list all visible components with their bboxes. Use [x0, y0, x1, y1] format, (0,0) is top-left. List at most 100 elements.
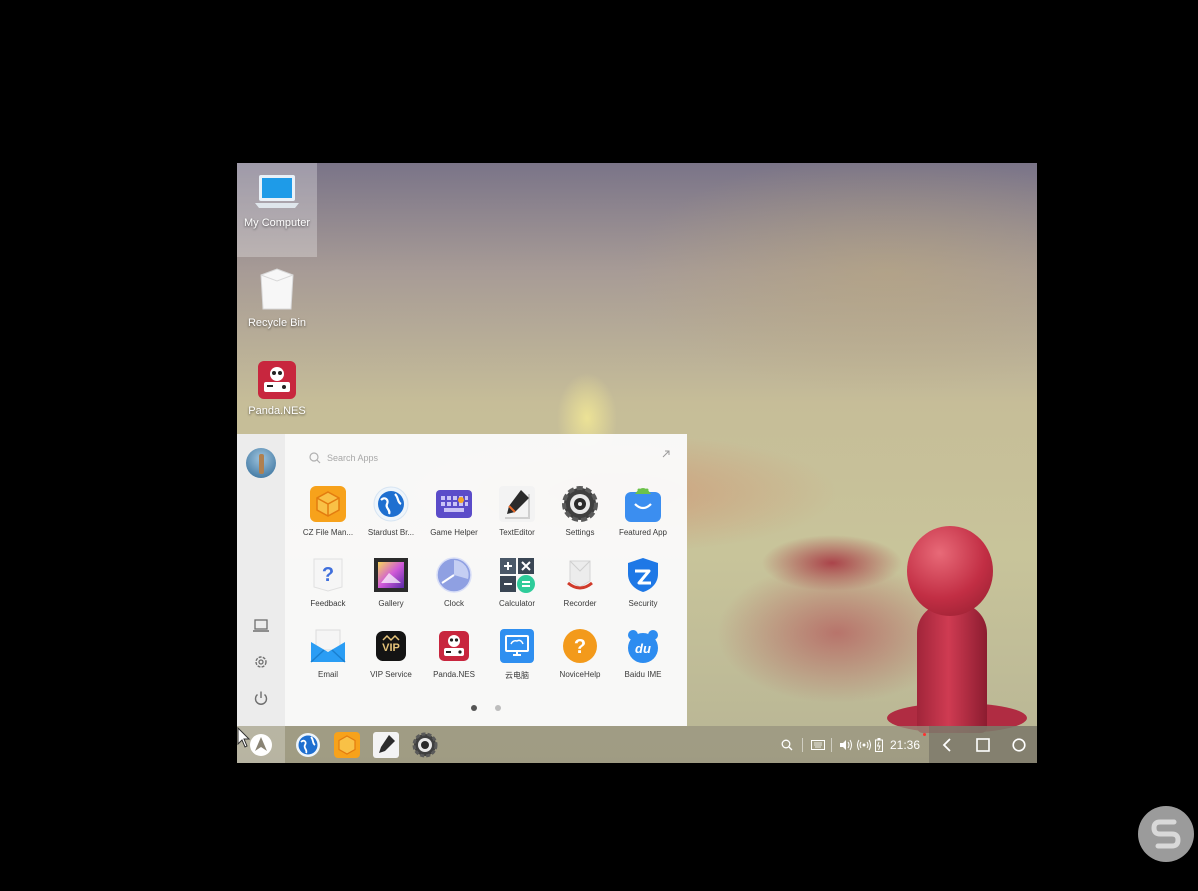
clock-icon	[436, 557, 472, 593]
tray-battery[interactable]	[875, 726, 883, 763]
app-settings[interactable]: Settings	[545, 486, 615, 537]
tray-volume[interactable]	[839, 726, 853, 763]
app-feedback[interactable]: ? Feedback	[293, 557, 363, 608]
home-button[interactable]	[1007, 733, 1031, 757]
expand-menu-button[interactable]	[661, 446, 675, 460]
wallpaper-pawn-body	[917, 603, 987, 733]
user-avatar[interactable]	[246, 448, 276, 478]
desktop-label: My Computer	[243, 217, 311, 229]
keyboard-icon	[436, 490, 472, 518]
svg-text:du: du	[635, 641, 651, 656]
laptop-icon	[255, 175, 299, 208]
page-indicator-1[interactable]	[471, 705, 477, 711]
pen-icon	[499, 486, 535, 522]
svg-text:?: ?	[322, 564, 334, 586]
app-novice-help[interactable]: ? NoviceHelp	[545, 628, 615, 679]
start-menu-sidebar	[237, 434, 285, 726]
start-menu-panel: Search Apps CZ File Man... Stardust Br..…	[285, 434, 687, 726]
recents-button[interactable]	[971, 733, 995, 757]
gear-icon	[412, 732, 438, 758]
app-panda-nes[interactable]: Panda.NES	[419, 628, 489, 679]
app-gallery[interactable]: Gallery	[356, 557, 426, 608]
tray-keyboard[interactable]	[811, 726, 825, 763]
app-security[interactable]: Security	[608, 557, 678, 608]
app-label: Panda.NES	[433, 670, 475, 679]
trash-icon	[260, 268, 294, 310]
app-email[interactable]: Email	[293, 628, 363, 679]
app-game-helper[interactable]: Game Helper	[419, 486, 489, 537]
my-computer-shortcut[interactable]	[249, 614, 273, 638]
home-icon	[1012, 738, 1026, 752]
file-manager-icon	[334, 732, 360, 758]
cloud-pc-icon	[500, 629, 534, 663]
gear-icon	[255, 656, 267, 668]
app-label: VIP Service	[370, 670, 412, 679]
back-button[interactable]	[935, 733, 959, 757]
vip-icon: VIP	[376, 631, 406, 661]
app-baidu-ime[interactable]: du Baidu IME	[608, 628, 678, 679]
tray-divider	[802, 738, 803, 752]
taskbar-file-manager[interactable]	[334, 732, 360, 758]
volume-icon	[840, 739, 852, 750]
power-icon	[254, 691, 268, 705]
envelope-icon	[310, 629, 346, 663]
app-vip-service[interactable]: VIP VIP Service	[356, 628, 426, 679]
tray-search[interactable]	[781, 726, 793, 763]
app-label: NoviceHelp	[559, 670, 601, 679]
tray-clock[interactable]: 21:36	[890, 726, 920, 763]
settings-shortcut[interactable]	[249, 650, 273, 674]
laptop-icon	[253, 619, 269, 632]
desktop-icon-my-computer[interactable]: My Computer	[237, 163, 317, 257]
panda-nes-icon	[258, 361, 296, 399]
recents-icon	[976, 738, 990, 752]
svg-text:VIP: VIP	[382, 642, 400, 654]
app-stardust-browser[interactable]: Stardust Br...	[356, 486, 426, 537]
app-cloud-pc[interactable]: 云电脑	[482, 628, 552, 681]
desktop-label: Panda.NES	[248, 405, 306, 417]
app-label: Security	[628, 599, 658, 608]
search-apps-box[interactable]: Search Apps	[309, 448, 659, 468]
desktop-screen: My Computer Recycle Bin Panda.NES Search…	[237, 163, 1037, 763]
pen-icon	[373, 732, 399, 758]
app-featured-app[interactable]: Featured App	[608, 486, 678, 537]
file-manager-icon	[310, 486, 346, 522]
app-calculator[interactable]: Calculator	[482, 557, 552, 608]
expand-arrow-icon	[662, 450, 670, 458]
taskbar-text-editor[interactable]	[373, 732, 399, 758]
panda-nes-icon	[439, 631, 469, 661]
app-label: Gallery	[378, 599, 404, 608]
app-cz-file-manager[interactable]: CZ File Man...	[293, 486, 363, 537]
app-clock[interactable]: Clock	[419, 557, 489, 608]
app-recorder[interactable]: Recorder	[545, 557, 615, 608]
app-label: Stardust Br...	[367, 528, 415, 537]
app-label: Email	[317, 670, 338, 679]
search-placeholder: Search Apps	[327, 453, 379, 463]
mouse-cursor	[237, 726, 251, 754]
app-text-editor[interactable]: TextEditor	[482, 486, 552, 537]
gear-icon	[562, 486, 598, 522]
globe-icon	[373, 486, 409, 522]
app-label: TextEditor	[499, 528, 535, 537]
help-icon: ?	[563, 629, 597, 663]
tray-divider	[831, 738, 832, 752]
wallpaper-pawn-head	[907, 526, 993, 616]
back-icon	[942, 738, 951, 752]
search-icon	[781, 739, 793, 750]
app-label: Settings	[565, 528, 595, 537]
app-label: Baidu IME	[624, 670, 662, 679]
tray-network[interactable]	[857, 726, 871, 763]
desktop-label: Recycle Bin	[247, 317, 307, 329]
desktop-icon-panda-nes[interactable]: Panda.NES	[237, 351, 317, 445]
page-indicator-2[interactable]	[495, 705, 501, 711]
question-doc-icon: ?	[313, 558, 343, 592]
network-icon	[857, 739, 871, 750]
watermark-s-logo-icon	[1151, 819, 1181, 849]
battery-icon	[875, 737, 883, 752]
desktop-icon-recycle-bin[interactable]: Recycle Bin	[237, 257, 317, 351]
cursor-arrow-icon	[237, 726, 251, 748]
app-label: 云电脑	[505, 671, 529, 680]
taskbar-settings[interactable]	[412, 732, 438, 758]
power-button[interactable]	[249, 686, 273, 710]
taskbar-browser[interactable]	[295, 732, 321, 758]
phoenix-logo-icon	[250, 733, 272, 756]
